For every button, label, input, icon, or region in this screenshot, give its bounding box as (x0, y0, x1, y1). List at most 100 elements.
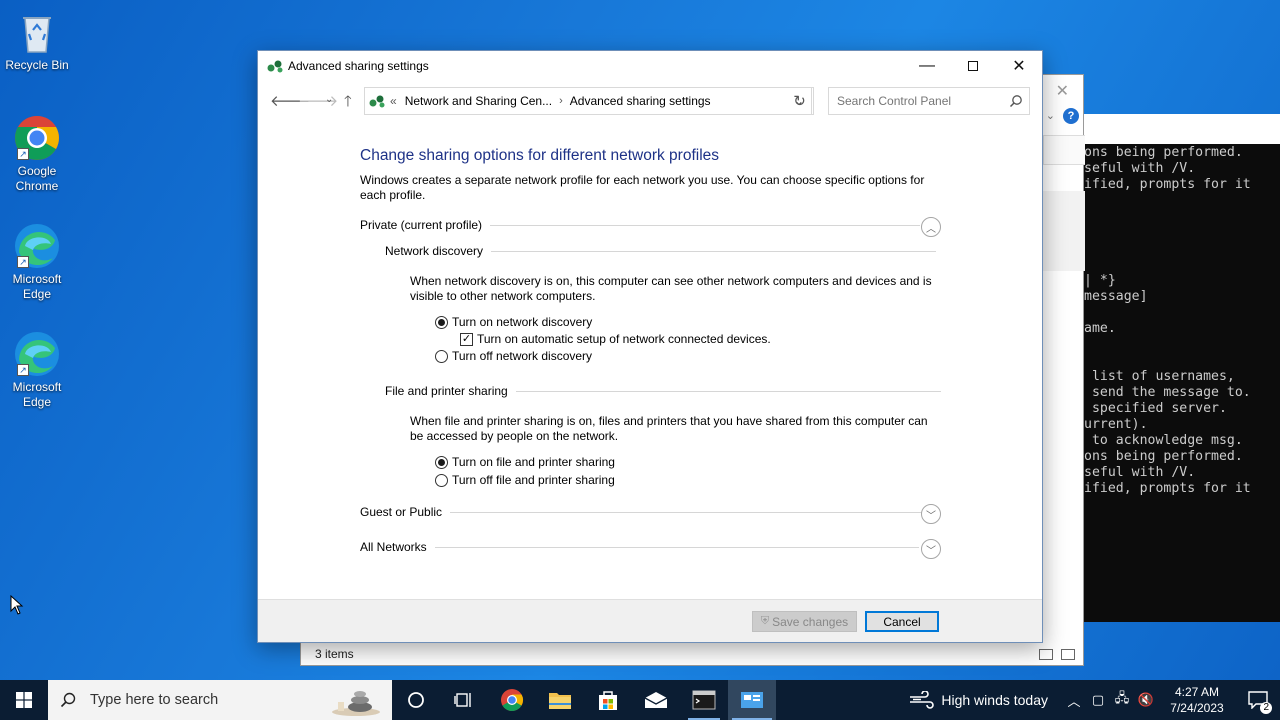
dialog-footer: ⛨ Save changes Cancel (258, 599, 1042, 642)
cmd-line: ons being performed. (1084, 449, 1243, 464)
radio-turn-on-file-printer-sharing[interactable]: Turn on file and printer sharing (435, 455, 615, 469)
taskbar-search-placeholder: Type here to search (90, 692, 219, 708)
cmd-line: send the message to. (1084, 385, 1251, 400)
large-icons-view-icon[interactable] (1061, 649, 1075, 660)
cmd-line: message] (1084, 289, 1148, 304)
file-printer-sharing-description: When file and printer sharing is on, fil… (410, 414, 928, 443)
expand-guest-public-button[interactable]: ﹀ (921, 504, 941, 524)
chevron-down-icon[interactable]: ⌄ (1046, 109, 1055, 122)
details-view-icon[interactable] (1039, 649, 1053, 660)
cortana-circle-icon (408, 692, 424, 708)
search-icon (60, 692, 76, 708)
page-title: Change sharing options for different net… (360, 147, 720, 164)
control-panel-icon (741, 692, 763, 708)
command-prompt-window[interactable]: ons being performed. seful with /V. ified,… (1084, 144, 1280, 622)
breadcrumb-network-sharing-center[interactable]: Network and Sharing Cen... (405, 94, 552, 108)
radio-turn-off-network-discovery[interactable]: Turn off network discovery (435, 349, 592, 363)
cmd-line (1084, 353, 1280, 369)
weather-text: High winds today (941, 692, 1048, 708)
breadcrumb-advanced-sharing[interactable]: Advanced sharing settings (570, 94, 711, 108)
section-guest-public-header[interactable]: Guest or Public (360, 505, 925, 519)
taskbar-cmd-button[interactable] (680, 680, 728, 720)
radio-label: Turn on file and printer sharing (452, 455, 615, 469)
explorer-field (1043, 135, 1085, 165)
radio-unselected-icon[interactable] (435, 473, 448, 487)
file-printer-sharing-header: File and printer sharing (385, 384, 941, 398)
show-hidden-icons-button[interactable]: ︿ (1062, 691, 1086, 710)
section-private-header[interactable]: Private (current profile) (360, 218, 921, 232)
advanced-sharing-settings-window: Advanced sharing settings — ✕ 🡐 🡒 ⌄ 🡑 « … (257, 50, 1043, 643)
taskbar-search-box[interactable]: Type here to search (48, 680, 392, 720)
divider (515, 390, 941, 392)
refresh-icon: ↻ (793, 93, 806, 110)
cancel-button[interactable]: Cancel (865, 611, 939, 632)
breadcrumb-overflow[interactable]: « (390, 94, 397, 108)
network-discovery-description: When network discovery is on, this compu… (410, 274, 932, 303)
search-box[interactable] (828, 87, 1030, 115)
search-highlight-stones-icon (332, 691, 380, 716)
terminal-icon (692, 690, 716, 710)
tray-device-icon[interactable]: ▢ (1086, 692, 1110, 708)
checkbox-checked-icon[interactable]: ✓ (460, 332, 473, 346)
status-item-count: 3 items (315, 647, 354, 661)
maximize-button[interactable] (950, 51, 996, 81)
desktop-icon-label: Microsoft Edge (12, 380, 62, 409)
cmd-line (1084, 337, 1280, 353)
cmd-line (1084, 305, 1280, 321)
close-button[interactable]: ✕ (996, 51, 1042, 81)
taskbar: Type here to search High winds today ︿ ▢… (0, 680, 1280, 720)
desktop-icon-google-chrome[interactable]: ↗ Google Chrome (4, 114, 70, 194)
task-view-button[interactable] (440, 680, 488, 720)
cmd-line: seful with /V. (1084, 161, 1196, 176)
checkbox-automatic-setup[interactable]: ✓ Turn on automatic setup of network con… (460, 332, 771, 346)
folder-icon (549, 693, 571, 709)
cmd-line (1084, 193, 1280, 209)
taskbar-chrome-button[interactable] (488, 680, 536, 720)
radio-selected-icon[interactable] (435, 315, 448, 329)
up-button[interactable]: 🡑 (344, 91, 352, 116)
help-icon[interactable]: ? (1063, 108, 1079, 124)
title-bar[interactable]: Advanced sharing settings — ✕ (258, 51, 1042, 81)
start-button[interactable] (0, 680, 48, 720)
minimize-icon: — (919, 57, 935, 74)
volume-muted-icon[interactable]: 🔇 (1134, 692, 1158, 708)
radio-unselected-icon[interactable] (435, 349, 448, 363)
view-toggle[interactable] (1039, 649, 1075, 660)
desktop-icon-microsoft-edge-2[interactable]: ↗ Microsoft Edge (4, 330, 70, 410)
collapse-private-button[interactable]: ︿ (921, 217, 941, 237)
desktop-icon-recycle-bin[interactable]: Recycle Bin (4, 8, 70, 73)
desktop-icon-label: Microsoft Edge (12, 272, 62, 301)
taskbar-file-explorer-button[interactable] (536, 680, 584, 720)
radio-selected-icon[interactable] (435, 455, 448, 469)
cmd-window-top (1084, 114, 1280, 144)
recent-locations-button[interactable]: ⌄ (325, 94, 333, 105)
intro-text: Windows creates a separate network profi… (360, 173, 925, 202)
close-icon[interactable]: ✕ (1056, 81, 1069, 101)
minimize-button[interactable]: — (904, 51, 950, 81)
refresh-button[interactable]: ↻ (786, 87, 814, 115)
radio-turn-off-file-printer-sharing[interactable]: Turn off file and printer sharing (435, 473, 615, 487)
file-printer-sharing-title: File and printer sharing (385, 384, 508, 398)
radio-turn-on-network-discovery[interactable]: Turn on network discovery (435, 315, 592, 329)
taskbar-store-button[interactable] (584, 680, 632, 720)
network-icon[interactable]: 🖧 (1110, 689, 1134, 711)
task-view-cortana-button[interactable] (392, 680, 440, 720)
cmd-line: urrent). (1084, 417, 1148, 432)
notification-center-button[interactable]: 2 (1236, 680, 1280, 720)
taskbar-control-panel-button[interactable] (728, 680, 776, 720)
desktop-icon-label: Google Chrome (15, 164, 59, 193)
search-icon (1009, 95, 1022, 108)
clock[interactable]: 4:27 AM 7/24/2023 (1158, 684, 1236, 716)
section-all-networks-header[interactable]: All Networks (360, 540, 919, 554)
search-input[interactable] (837, 94, 997, 108)
desktop-icon-microsoft-edge[interactable]: ↗ Microsoft Edge (4, 222, 70, 302)
save-changes-button[interactable]: ⛨ Save changes (752, 611, 857, 632)
system-tray: High winds today ︿ ▢ 🖧 🔇 4:27 AM 7/24/20… (909, 680, 1280, 720)
breadcrumb-separator-icon[interactable]: › (559, 95, 563, 107)
expand-all-networks-button[interactable]: ﹀ (921, 539, 941, 559)
address-bar[interactable]: « Network and Sharing Cen... › Advanced … (364, 87, 812, 115)
taskbar-mail-button[interactable] (632, 680, 680, 720)
cmd-line: ified, prompts for it (1084, 177, 1251, 192)
chevron-up-icon: ︿ (1067, 693, 1081, 709)
weather-widget[interactable]: High winds today (909, 691, 1048, 709)
